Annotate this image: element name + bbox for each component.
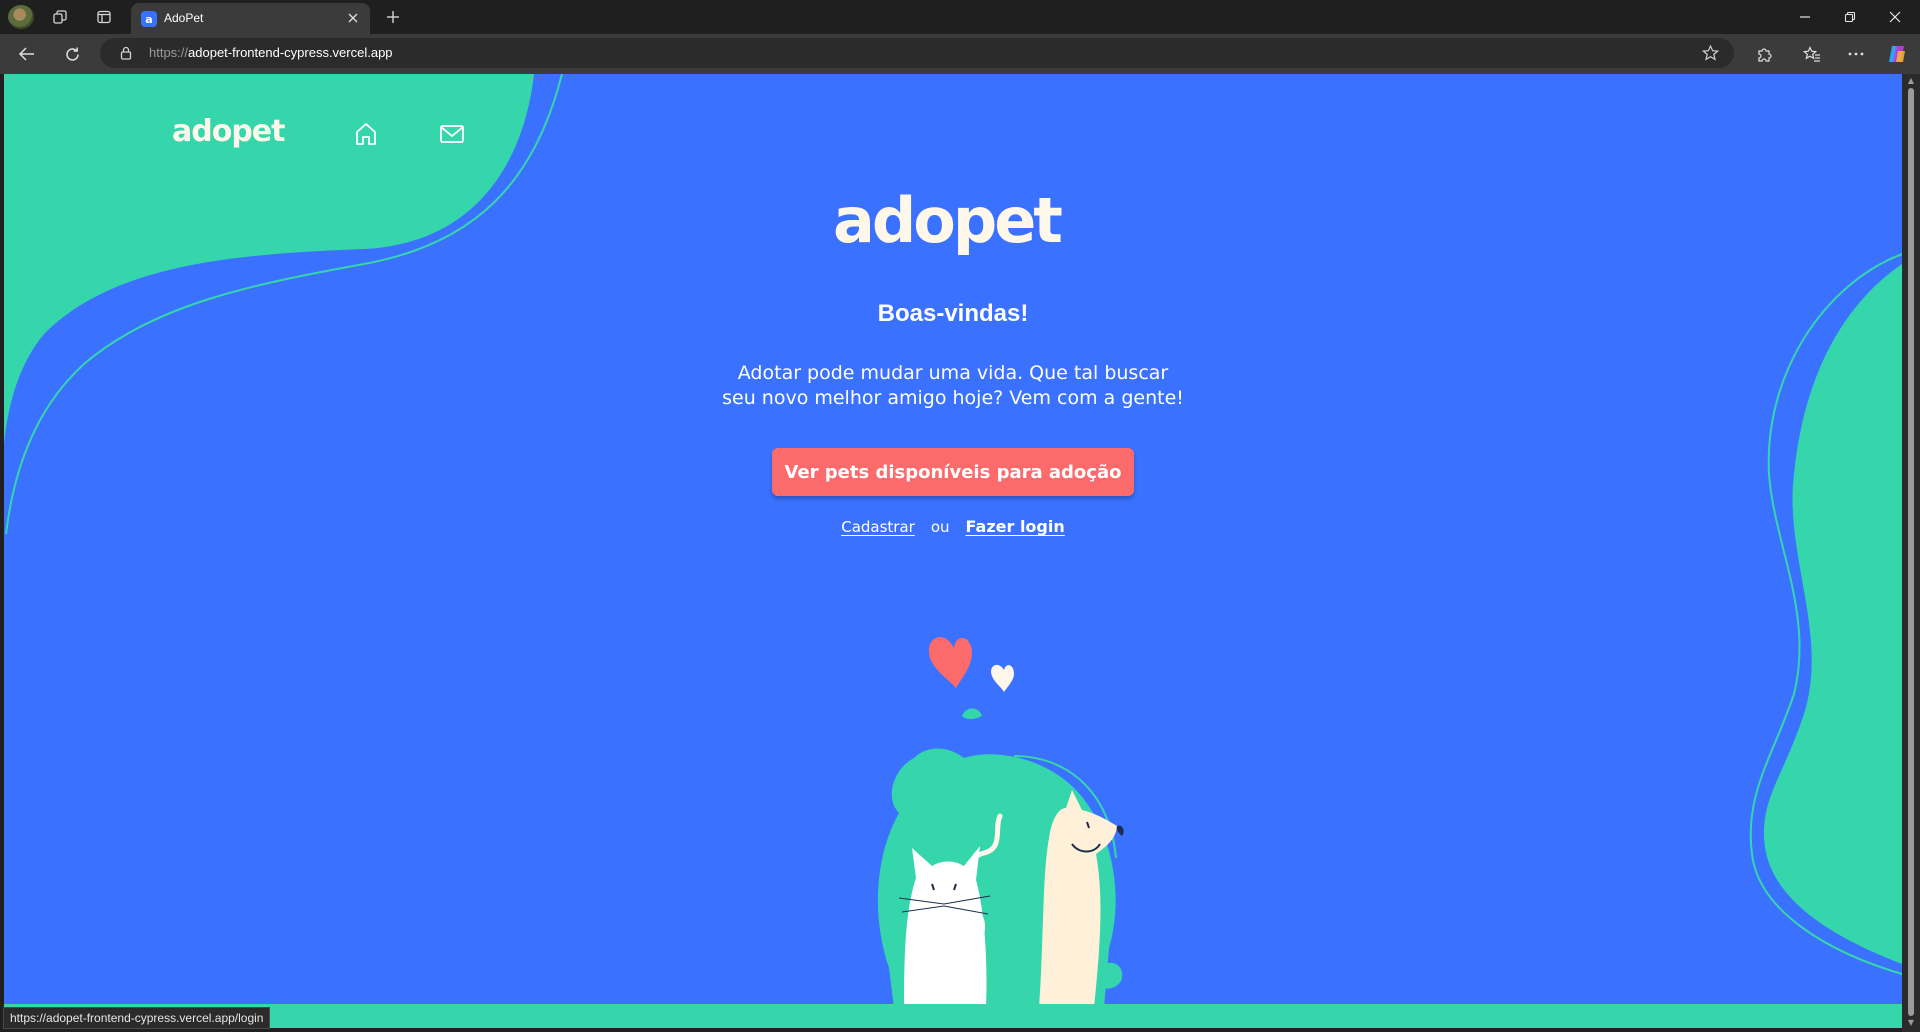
restore-icon[interactable] (1840, 7, 1860, 27)
cat-body (904, 846, 987, 1008)
copilot-icon[interactable] (1886, 43, 1908, 65)
page-scrollbar[interactable]: ▲ ▼ (1902, 74, 1920, 1032)
mail-icon[interactable] (438, 120, 466, 148)
red-heart-icon (928, 637, 972, 688)
more-menu-icon[interactable] (1846, 44, 1866, 64)
home-icon[interactable] (352, 120, 380, 148)
view-pets-button[interactable]: Ver pets disponíveis para adoção (772, 448, 1134, 496)
footer-strip (4, 1004, 1902, 1028)
favorite-star-icon[interactable] (1700, 44, 1720, 62)
reload-icon[interactable] (61, 44, 83, 64)
active-tab[interactable]: a AdoPet (131, 3, 370, 34)
scroll-down-arrow-icon[interactable]: ▼ (1906, 1019, 1916, 1027)
cat-and-dog-illustration (877, 637, 1124, 1008)
white-heart-icon (991, 664, 1014, 692)
scroll-up-arrow-icon[interactable]: ▲ (1906, 77, 1916, 85)
page-viewport: adopet adopet Boas-vindas! Adotar pode m… (4, 74, 1902, 1028)
tab-actions-icon[interactable] (94, 7, 114, 27)
url-text[interactable]: https://adopet-frontend-cypress.vercel.a… (149, 45, 393, 60)
address-bar[interactable]: https://adopet-frontend-cypress.vercel.a… (100, 38, 1734, 68)
header-logo[interactable]: adopet (172, 114, 285, 149)
lock-icon[interactable] (118, 45, 134, 61)
url-host: adopet-frontend-cypress.vercel.app (188, 45, 393, 60)
status-url-preview: https://adopet-frontend-cypress.vercel.a… (3, 1007, 271, 1029)
hero-logo: adopet (833, 184, 1063, 257)
close-window-icon[interactable] (1885, 7, 1905, 27)
auth-links: Cadastrar ou Fazer login (4, 517, 1902, 536)
browser-tab-bar: a AdoPet (0, 0, 1920, 34)
favorites-icon[interactable] (1802, 44, 1822, 64)
back-arrow-icon[interactable] (16, 44, 38, 64)
login-link[interactable]: Fazer login (966, 517, 1065, 536)
dog-nose (1116, 825, 1124, 836)
right-green-wave (1764, 264, 1902, 964)
green-leaf-icon (962, 708, 982, 719)
workspaces-icon[interactable] (50, 7, 70, 27)
minimize-icon[interactable] (1795, 7, 1815, 27)
header-logo-text: adopet (172, 114, 285, 149)
profile-avatar-icon[interactable] (8, 5, 34, 29)
scroll-thumb[interactable] (1908, 88, 1914, 1016)
tab-title: AdoPet (164, 11, 204, 25)
welcome-title: Boas-vindas! (877, 300, 1029, 327)
or-separator: ou (930, 518, 950, 536)
browser-toolbar: https://adopet-frontend-cypress.vercel.a… (0, 34, 1920, 74)
close-tab-icon[interactable] (344, 9, 362, 27)
new-tab-plus-icon[interactable] (383, 7, 403, 27)
adopet-favicon-icon: a (141, 11, 157, 27)
register-link[interactable]: Cadastrar (841, 518, 915, 536)
hero-logo-text: adopet (833, 184, 1063, 257)
url-scheme: https:// (149, 45, 189, 60)
extensions-puzzle-icon[interactable] (1754, 44, 1774, 64)
welcome-description: Adotar pode mudar uma vida. Que tal busc… (722, 362, 1184, 409)
